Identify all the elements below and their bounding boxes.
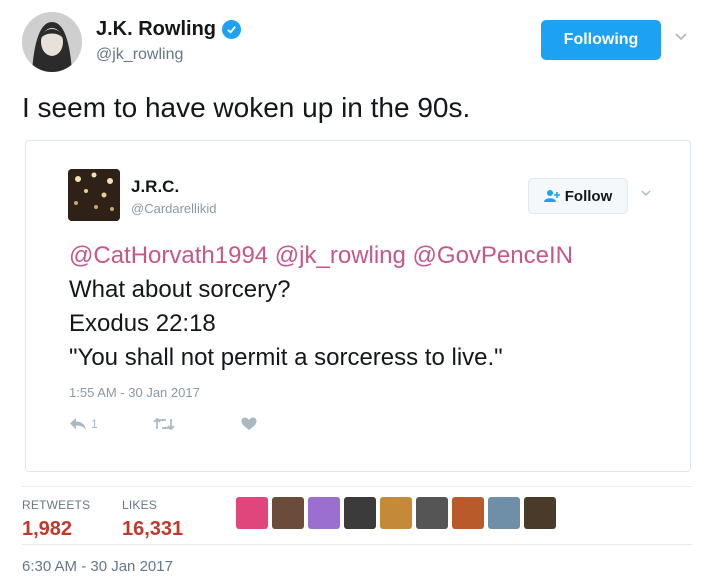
quoted-line-4: "You shall not permit a sorceress to liv… (69, 344, 503, 371)
liker-avatar[interactable] (308, 497, 340, 529)
likes-label: LIKES (122, 498, 158, 512)
reply-icon (70, 418, 86, 430)
retweet-action[interactable] (153, 417, 175, 431)
chevron-down-icon[interactable] (674, 30, 688, 44)
follow-button[interactable]: Follow (528, 178, 628, 214)
reply-action[interactable]: 1 (69, 417, 98, 431)
retweets-stat[interactable]: RETWEETS 1,982 (22, 498, 90, 541)
liker-avatar[interactable] (524, 497, 556, 529)
follow-button-label: Follow (564, 187, 613, 205)
author-handle[interactable]: @jk_rowling (96, 46, 183, 64)
stats-top-divider (22, 486, 692, 487)
chevron-down-icon[interactable] (640, 187, 652, 199)
quoted-line-2: What about sorcery? (69, 276, 291, 303)
quoted-line-3: Exodus 22:18 (69, 310, 216, 337)
retweets-label: RETWEETS (22, 498, 91, 512)
stats-bottom-divider (22, 544, 692, 545)
liker-avatar[interactable] (272, 497, 304, 529)
quoted-text: @CatHorvath1994 @jk_rowling @GovPenceIN … (69, 239, 573, 375)
following-button[interactable]: Following (541, 20, 661, 60)
tweet-timestamp[interactable]: 6:30 AM - 30 Jan 2017 (22, 558, 173, 575)
quoted-avatar-image (68, 169, 120, 221)
likes-stat[interactable]: LIKES 16,331 (122, 498, 183, 541)
verified-badge-icon (222, 20, 241, 39)
liker-avatar[interactable] (488, 497, 520, 529)
add-user-icon (543, 190, 560, 202)
like-action[interactable] (241, 417, 257, 431)
quoted-tweet[interactable]: J.R.C. @Cardarellikid Follow @CatHorvath… (25, 140, 691, 472)
author-name[interactable]: J.K. Rowling (96, 18, 216, 41)
liker-avatar[interactable] (416, 497, 448, 529)
quoted-avatar[interactable] (68, 169, 120, 221)
quoted-mentions[interactable]: @CatHorvath1994 @jk_rowling @GovPenceIN (69, 239, 573, 273)
liker-avatar[interactable] (380, 497, 412, 529)
tweet-header: J.K. Rowling @jk_rowling Following (22, 12, 698, 72)
like-icon (241, 417, 257, 430)
quoted-handle[interactable]: @Cardarellikid (131, 201, 216, 216)
quoted-name[interactable]: J.R.C. (131, 177, 179, 197)
retweet-icon (153, 417, 175, 431)
reply-count: 1 (91, 417, 98, 431)
author-avatar[interactable] (22, 12, 82, 72)
author-avatar-image (22, 12, 82, 72)
tweet-text: I seem to have woken up in the 90s. (22, 92, 471, 123)
retweets-value: 1,982 (22, 518, 73, 540)
author-name-row[interactable]: J.K. Rowling (96, 18, 241, 41)
liker-avatar[interactable] (344, 497, 376, 529)
liker-avatars (236, 497, 556, 531)
liker-avatar[interactable] (236, 497, 268, 529)
quoted-timestamp[interactable]: 1:55 AM - 30 Jan 2017 (69, 385, 200, 400)
liker-avatar[interactable] (452, 497, 484, 529)
likes-value: 16,331 (122, 518, 184, 540)
quoted-actions: 1 (69, 417, 269, 437)
